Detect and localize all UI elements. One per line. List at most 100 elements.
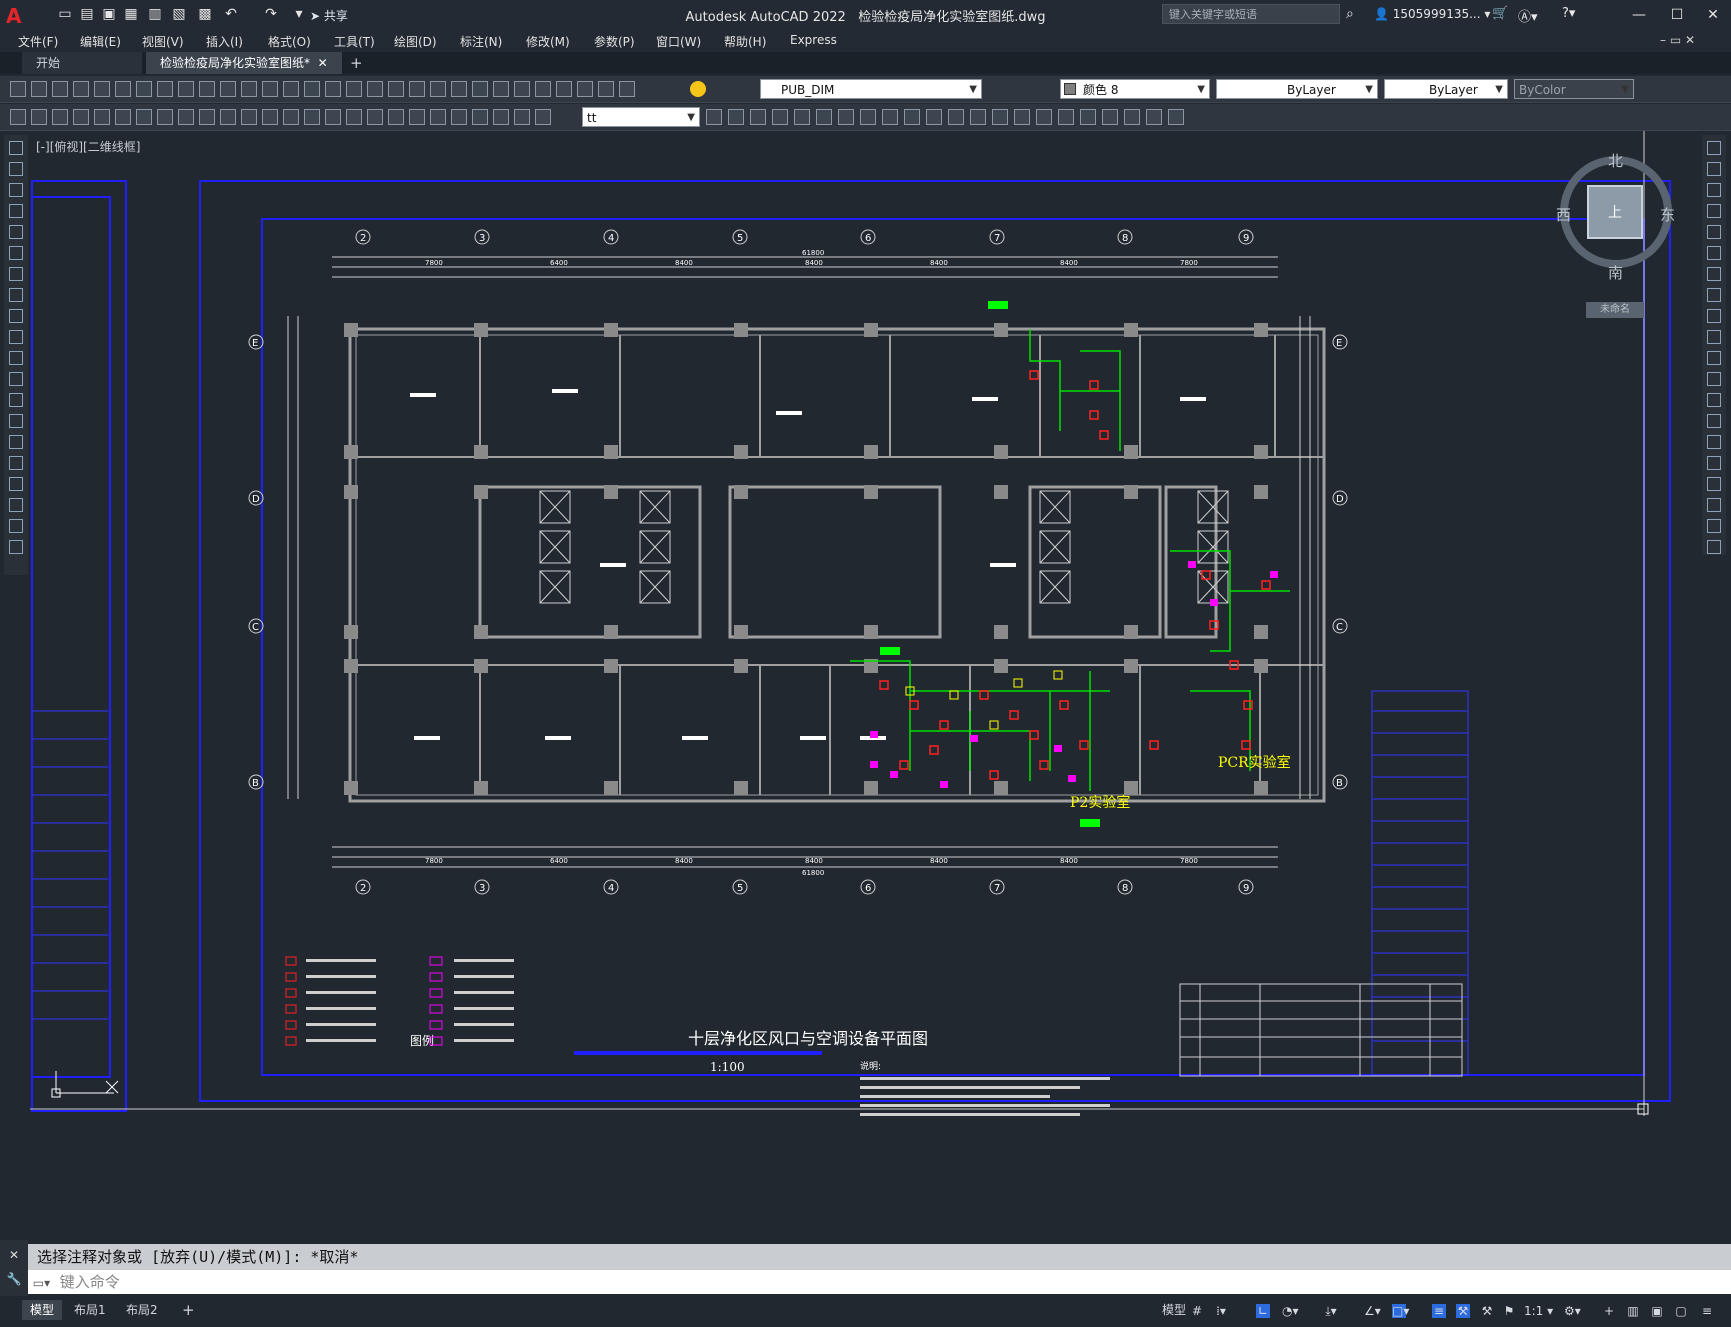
toolbar-tool-icon[interactable] bbox=[283, 109, 299, 125]
layer-dropdown[interactable]: PUB_DIM ▼ bbox=[760, 79, 982, 99]
palette-tool-icon[interactable] bbox=[1707, 288, 1721, 302]
toolbar-tool-icon[interactable] bbox=[346, 109, 362, 125]
plotstyle-dropdown[interactable]: ByColor ▼ bbox=[1514, 79, 1634, 99]
toolbar-tool-icon[interactable] bbox=[860, 109, 876, 125]
toolbar-tool-icon[interactable] bbox=[199, 81, 215, 97]
wcs-menu[interactable]: 未命名 bbox=[1586, 302, 1644, 318]
cart-icon[interactable]: 🛒 bbox=[1492, 6, 1508, 21]
layer-on-icon[interactable] bbox=[690, 81, 706, 97]
palette-tool-icon[interactable] bbox=[9, 309, 23, 323]
menu-parametric[interactable]: 参数(P) bbox=[594, 33, 635, 50]
palette-tool-icon[interactable] bbox=[9, 498, 23, 512]
tab-start[interactable]: 开始 bbox=[22, 52, 142, 74]
palette-tool-icon[interactable] bbox=[9, 372, 23, 386]
toolbar-tool-icon[interactable] bbox=[10, 109, 26, 125]
menu-window[interactable]: 窗口(W) bbox=[656, 33, 701, 50]
add-layout-button[interactable]: + bbox=[174, 1300, 203, 1320]
toolbar-tool-icon[interactable] bbox=[325, 81, 341, 97]
lineweight-dropdown[interactable]: ByLayer ▼ bbox=[1384, 79, 1508, 99]
layout-tab-1[interactable]: 布局1 bbox=[66, 1300, 114, 1320]
toolbar-tool-icon[interactable] bbox=[1168, 109, 1184, 125]
command-close-icon[interactable]: ✕ bbox=[0, 1248, 28, 1262]
toolbar-tool-icon[interactable] bbox=[514, 109, 530, 125]
doc-window-controls[interactable]: – ▭ ✕ bbox=[1660, 33, 1695, 47]
menu-draw[interactable]: 绘图(D) bbox=[394, 33, 437, 50]
toolbar-tool-icon[interactable] bbox=[367, 109, 383, 125]
toolbar-tool-icon[interactable] bbox=[73, 81, 89, 97]
palette-tool-icon[interactable] bbox=[9, 540, 23, 554]
toolbar-tool-icon[interactable] bbox=[451, 81, 467, 97]
toolbar-tool-icon[interactable] bbox=[115, 81, 131, 97]
viewport-controls[interactable]: [-][俯视][二维线框] bbox=[36, 138, 140, 155]
menu-modify[interactable]: 修改(M) bbox=[526, 33, 570, 50]
toolbar-tool-icon[interactable] bbox=[262, 109, 278, 125]
command-customize-icon[interactable]: 🔧 bbox=[0, 1272, 28, 1286]
palette-tool-icon[interactable] bbox=[9, 477, 23, 491]
palette-tool-icon[interactable] bbox=[1707, 372, 1721, 386]
palette-tool-icon[interactable] bbox=[1707, 183, 1721, 197]
palette-tool-icon[interactable] bbox=[9, 414, 23, 428]
toolbar-tool-icon[interactable] bbox=[304, 109, 320, 125]
object-snap-icon[interactable]: □▾ bbox=[1392, 1304, 1409, 1318]
toolbar-tool-icon[interactable] bbox=[367, 81, 383, 97]
palette-tool-icon[interactable] bbox=[9, 456, 23, 470]
color-dropdown[interactable]: 颜色 8 ▼ bbox=[1060, 79, 1210, 99]
customization-icon[interactable]: ≡ bbox=[1700, 1304, 1714, 1318]
palette-tool-icon[interactable] bbox=[9, 330, 23, 344]
toolbar-tool-icon[interactable] bbox=[10, 81, 26, 97]
menu-insert[interactable]: 插入(I) bbox=[206, 33, 243, 50]
viewcube-south[interactable]: 南 bbox=[1608, 262, 1623, 283]
palette-tool-icon[interactable] bbox=[1707, 414, 1721, 428]
menu-help[interactable]: 帮助(H) bbox=[724, 33, 766, 50]
toolbar-tool-icon[interactable] bbox=[1036, 109, 1052, 125]
menu-dimension[interactable]: 标注(N) bbox=[460, 33, 502, 50]
menu-tools[interactable]: 工具(T) bbox=[334, 33, 375, 50]
viewcube-top-label[interactable]: 上 bbox=[1608, 202, 1622, 222]
palette-tool-icon[interactable] bbox=[9, 351, 23, 365]
palette-tool-icon[interactable] bbox=[9, 435, 23, 449]
toolbar-tool-icon[interactable] bbox=[948, 109, 964, 125]
autodesk-app-icon[interactable]: Ⓐ▾ bbox=[1518, 6, 1538, 25]
palette-tool-icon[interactable] bbox=[1707, 309, 1721, 323]
toolbar-tool-icon[interactable] bbox=[750, 109, 766, 125]
palette-tool-icon[interactable] bbox=[1707, 519, 1721, 533]
user-account[interactable]: 👤 1505999135... ▾ bbox=[1374, 7, 1490, 21]
toolbar-tool-icon[interactable] bbox=[577, 81, 593, 97]
palette-tool-icon[interactable] bbox=[1707, 435, 1721, 449]
toolbar-tool-icon[interactable] bbox=[262, 81, 278, 97]
linetype-dropdown[interactable]: ByLayer ▼ bbox=[1216, 79, 1378, 99]
grid-toggle-icon[interactable]: # bbox=[1190, 1304, 1204, 1318]
toolbar-tool-icon[interactable] bbox=[1102, 109, 1118, 125]
toolbar-tool-icon[interactable] bbox=[493, 109, 509, 125]
toolbar-tool-icon[interactable] bbox=[220, 109, 236, 125]
palette-tool-icon[interactable] bbox=[1707, 141, 1721, 155]
palette-tool-icon[interactable] bbox=[9, 141, 23, 155]
toolbar-tool-icon[interactable] bbox=[52, 109, 68, 125]
toolbar-tool-icon[interactable] bbox=[241, 109, 257, 125]
minimize-button[interactable]: — bbox=[1625, 4, 1653, 26]
toolbar-tool-icon[interactable] bbox=[794, 109, 810, 125]
palette-tool-icon[interactable] bbox=[9, 204, 23, 218]
viewcube-east[interactable]: 东 bbox=[1660, 204, 1675, 225]
toolbar-tool-icon[interactable] bbox=[388, 109, 404, 125]
palette-tool-icon[interactable] bbox=[1707, 540, 1721, 554]
palette-tool-icon[interactable] bbox=[1707, 456, 1721, 470]
object-snap-tracking-icon[interactable]: ∠▾ bbox=[1364, 1304, 1381, 1318]
snap-toggle-icon[interactable]: ⁞▾ bbox=[1214, 1304, 1228, 1318]
toolbar-tool-icon[interactable] bbox=[430, 81, 446, 97]
toolbar-tool-icon[interactable] bbox=[1058, 109, 1074, 125]
palette-tool-icon[interactable] bbox=[1707, 351, 1721, 365]
toolbar-tool-icon[interactable] bbox=[220, 81, 236, 97]
ortho-toggle-icon[interactable]: ∟ bbox=[1256, 1304, 1270, 1318]
help-icon[interactable]: ?▾ bbox=[1562, 6, 1575, 21]
palette-tool-icon[interactable] bbox=[9, 183, 23, 197]
toolbar-tool-icon[interactable] bbox=[52, 81, 68, 97]
toolbar-tool-icon[interactable] bbox=[388, 81, 404, 97]
toolbar-tool-icon[interactable] bbox=[1124, 109, 1140, 125]
palette-tool-icon[interactable] bbox=[1707, 204, 1721, 218]
toolbar-tool-icon[interactable] bbox=[838, 109, 854, 125]
toolbar-tool-icon[interactable] bbox=[157, 109, 173, 125]
palette-tool-icon[interactable] bbox=[1707, 393, 1721, 407]
units-icon[interactable]: ▥ bbox=[1626, 1304, 1640, 1318]
toolbar-tool-icon[interactable] bbox=[472, 81, 488, 97]
